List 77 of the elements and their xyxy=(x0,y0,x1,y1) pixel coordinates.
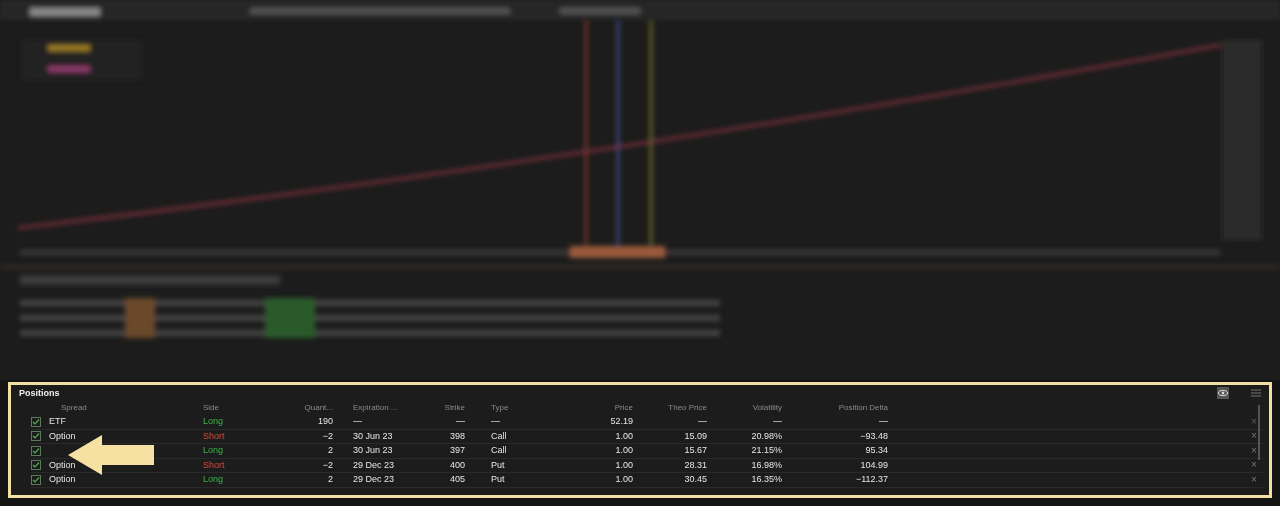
table-cell: 15.09 xyxy=(684,430,707,441)
side-label: Short xyxy=(203,430,225,441)
table-cell: 2 xyxy=(328,445,333,455)
side-label: Long xyxy=(203,416,224,426)
checkbox[interactable] xyxy=(31,431,41,442)
column-header[interactable]: Position Delta xyxy=(782,401,888,414)
table-cell: 16.35% xyxy=(751,474,782,484)
blurred-cells xyxy=(125,298,155,338)
table-cell: — xyxy=(773,416,782,426)
table-cell: 16.98% xyxy=(751,459,782,470)
table-cell: Call xyxy=(491,445,507,455)
panel-title: Positions xyxy=(19,387,60,400)
table-cell: 398 xyxy=(449,430,465,441)
table-cell: 21.15% xyxy=(751,445,782,455)
remove-button[interactable]: × xyxy=(1245,460,1263,471)
table-cell: 1.00 xyxy=(615,445,633,455)
side-label: Long xyxy=(203,445,224,455)
table-cell: Put xyxy=(491,459,505,470)
table-cell: 104.99 xyxy=(860,459,888,470)
remove-button[interactable]: × xyxy=(1245,445,1263,456)
checkbox[interactable] xyxy=(31,416,41,427)
table-cell: 400 xyxy=(449,459,465,470)
table-cell: 15.67 xyxy=(684,445,707,455)
column-header[interactable]: Type xyxy=(465,401,593,414)
table-cell: 1.00 xyxy=(615,459,633,470)
table-cell: −93.48 xyxy=(860,430,888,441)
table-cell: Option xyxy=(49,430,76,441)
table-cell: — xyxy=(491,416,500,426)
table-cell: Option xyxy=(49,459,76,470)
table-cell: −2 xyxy=(322,459,333,470)
remove-button[interactable]: × xyxy=(1245,474,1263,485)
column-header[interactable]: Side xyxy=(203,401,293,414)
table-cell: 1.00 xyxy=(615,474,633,484)
table-cell: 2 xyxy=(328,474,333,484)
table-cell: 30 Jun 23 xyxy=(353,445,393,455)
table-cell: 30.45 xyxy=(684,474,707,484)
checkbox[interactable] xyxy=(31,474,41,485)
table-cell: ETF xyxy=(49,416,66,426)
table-cell: −2 xyxy=(322,430,333,441)
table-cell: Put xyxy=(491,474,505,484)
table-cell: Option xyxy=(49,474,76,484)
table-cell: Call xyxy=(491,430,507,441)
table-cell: 29 Dec 23 xyxy=(353,459,395,470)
side-label: Long xyxy=(203,474,224,484)
blurred-title xyxy=(30,8,100,16)
table-cell: — xyxy=(353,416,362,426)
table-cell: 397 xyxy=(449,445,465,455)
legend-swatch xyxy=(48,45,90,51)
table-cell: — xyxy=(456,416,465,426)
table-cell: −112.37 xyxy=(855,474,888,484)
legend-swatch xyxy=(48,66,90,72)
table-cell: 30 Jun 23 xyxy=(353,430,393,441)
blurred-cells xyxy=(265,298,315,338)
column-header[interactable]: Quant... xyxy=(293,401,333,414)
column-header[interactable]: Price xyxy=(593,401,633,414)
table-cell: — xyxy=(698,416,707,426)
table-cell: 52.19 xyxy=(610,416,633,426)
table-cell: 28.31 xyxy=(684,459,707,470)
table-cell: 1.00 xyxy=(615,430,633,441)
table-cell: 405 xyxy=(449,474,465,484)
checkbox[interactable] xyxy=(31,445,41,456)
column-header[interactable]: Volatility xyxy=(707,401,782,414)
table-cell: 95.34 xyxy=(865,445,888,455)
column-header[interactable]: Expiration ... xyxy=(333,401,433,414)
remove-button[interactable]: × xyxy=(1245,416,1263,427)
column-header[interactable]: Strike xyxy=(433,401,465,414)
visibility-icon[interactable] xyxy=(1217,387,1229,399)
column-header[interactable]: Theo Price xyxy=(633,401,707,414)
checkbox[interactable] xyxy=(31,460,41,471)
table-cell: — xyxy=(879,416,888,426)
remove-button[interactable]: × xyxy=(1245,431,1263,442)
side-label: Short xyxy=(203,459,225,470)
table-cell: 29 Dec 23 xyxy=(353,474,395,484)
column-header[interactable]: Spread xyxy=(49,401,203,414)
scrollbar[interactable] xyxy=(1258,405,1260,460)
table-cell: 20.98% xyxy=(751,430,782,441)
table-cell: 190 xyxy=(317,416,333,426)
